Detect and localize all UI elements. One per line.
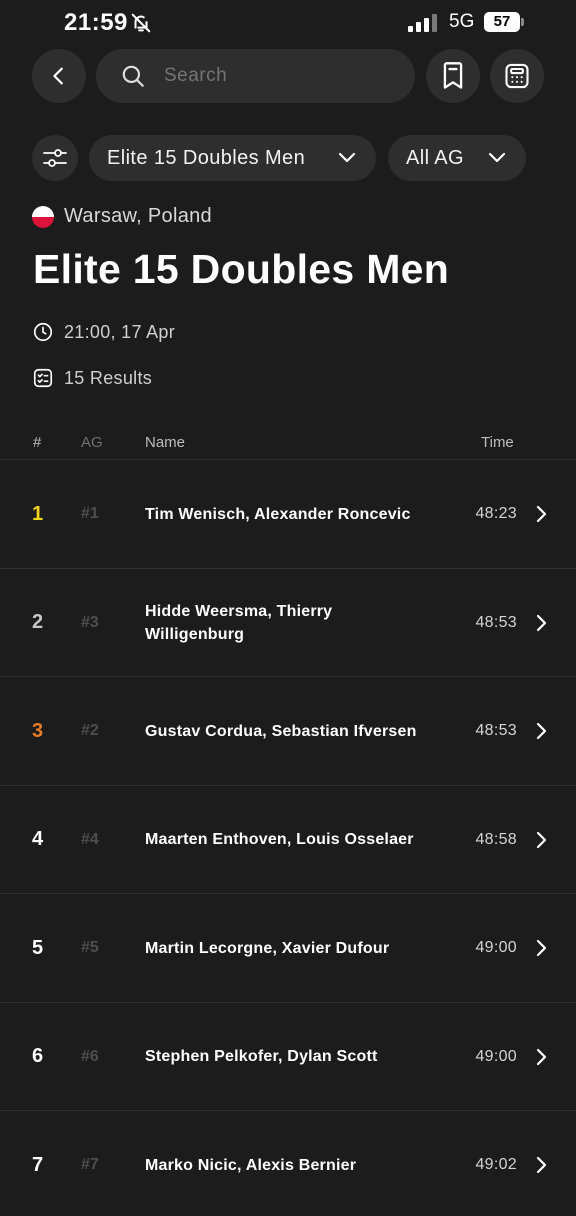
bookmark-button[interactable] — [426, 49, 480, 103]
age-group-dropdown[interactable]: All AG — [388, 135, 526, 181]
row-ag-rank: #5 — [81, 939, 99, 956]
row-ag-rank: #2 — [81, 722, 99, 739]
table-row[interactable]: 3 #2 Gustav Cordua, Sebastian Ifversen 4… — [0, 677, 576, 786]
table-row[interactable]: 2 #3 Hidde Weersma, Thierry Willigenburg… — [0, 569, 576, 677]
row-ag-rank: #4 — [81, 830, 99, 848]
status-bar: 21:59 5G 57 — [0, 0, 576, 44]
column-header-ag: AG — [81, 434, 103, 451]
column-header-time: Time — [481, 434, 514, 451]
bookmark-icon — [443, 62, 463, 89]
row-finish-time: 49:02 — [475, 1156, 517, 1173]
row-ag-rank: #1 — [81, 505, 99, 522]
poland-flag-icon — [32, 206, 54, 228]
chevron-right-icon — [536, 1048, 547, 1065]
bell-off-icon — [131, 13, 151, 33]
row-ag-rank: #3 — [81, 613, 99, 631]
sliders-icon — [43, 149, 67, 167]
row-finish-time: 48:53 — [475, 613, 517, 631]
row-athlete-names: Stephen Pelkofer, Dylan Scott — [145, 1048, 378, 1065]
row-rank: 1 — [32, 502, 44, 525]
row-finish-time: 48:58 — [475, 830, 517, 848]
results-count: 15 Results — [64, 368, 153, 388]
chevron-right-icon — [536, 1156, 547, 1174]
event-dropdown-label: Elite 15 Doubles Men — [107, 146, 306, 169]
row-athlete-names: Maarten Enthoven, Louis Osselaer — [145, 831, 414, 848]
chevron-right-icon — [536, 505, 547, 523]
chevron-right-icon — [536, 831, 547, 848]
search-icon — [122, 65, 144, 87]
battery-icon: 57 — [484, 12, 520, 32]
row-finish-time: 48:53 — [475, 722, 517, 739]
chevron-down-icon — [338, 152, 356, 163]
row-ag-rank: #6 — [81, 1047, 99, 1065]
signal-icon — [408, 14, 437, 32]
row-athlete-names: Marko Nicic, Alexis Bernier — [145, 1156, 357, 1174]
back-icon — [53, 67, 63, 85]
chevron-right-icon — [536, 722, 547, 740]
row-finish-time: 49:00 — [475, 939, 517, 956]
table-row[interactable]: 5 #5 Martin Lecorgne, Xavier Dufour 49:0… — [0, 894, 576, 1003]
row-rank: 6 — [32, 1045, 44, 1067]
calculator-button[interactable] — [490, 49, 544, 103]
back-button[interactable] — [32, 49, 86, 103]
results-list-icon — [33, 368, 53, 388]
network-type: 5G — [449, 11, 475, 32]
column-header-rank: # — [33, 434, 42, 451]
calculator-icon — [505, 63, 529, 89]
filter-settings-button[interactable] — [32, 135, 78, 181]
row-finish-time: 49:00 — [475, 1047, 517, 1065]
status-time: 21:59 — [64, 9, 128, 36]
event-dropdown[interactable]: Elite 15 Doubles Men — [89, 135, 376, 181]
clock-icon — [33, 322, 53, 342]
table-row[interactable]: 7 #7 Marko Nicic, Alexis Bernier 49:02 — [0, 1111, 576, 1216]
battery-tip — [521, 18, 524, 26]
row-ag-rank: #7 — [81, 1156, 99, 1173]
row-athlete-names: Hidde Weersma, Thierry Willigenburg — [145, 602, 333, 643]
chevron-right-icon — [536, 939, 547, 957]
row-athlete-names: Martin Lecorgne, Xavier Dufour — [145, 939, 390, 957]
event-location: Warsaw, Poland — [64, 205, 212, 227]
chevron-down-icon — [488, 152, 506, 163]
column-header-name: Name — [145, 434, 186, 451]
row-rank: 4 — [32, 828, 44, 850]
results-list: 1 #1 Tim Wenisch, Alexander Roncevic 48:… — [0, 460, 576, 1216]
row-athlete-names: Tim Wenisch, Alexander Roncevic — [145, 505, 411, 523]
search-bar[interactable] — [96, 49, 415, 103]
row-rank: 7 — [32, 1153, 44, 1176]
page-title: Elite 15 Doubles Men — [33, 246, 450, 292]
search-input[interactable] — [164, 65, 384, 87]
table-row[interactable]: 6 #6 Stephen Pelkofer, Dylan Scott 49:00 — [0, 1003, 576, 1111]
chevron-right-icon — [536, 614, 547, 631]
age-group-dropdown-label: All AG — [406, 146, 464, 169]
row-athlete-names: Gustav Cordua, Sebastian Ifversen — [145, 722, 417, 740]
row-rank: 5 — [32, 936, 44, 959]
event-datetime: 21:00, 17 Apr — [64, 322, 175, 342]
table-row[interactable]: 1 #1 Tim Wenisch, Alexander Roncevic 48:… — [0, 460, 576, 569]
row-rank: 3 — [32, 719, 44, 742]
row-rank: 2 — [32, 611, 44, 633]
table-row[interactable]: 4 #4 Maarten Enthoven, Louis Osselaer 48… — [0, 786, 576, 894]
row-finish-time: 48:23 — [475, 505, 517, 522]
